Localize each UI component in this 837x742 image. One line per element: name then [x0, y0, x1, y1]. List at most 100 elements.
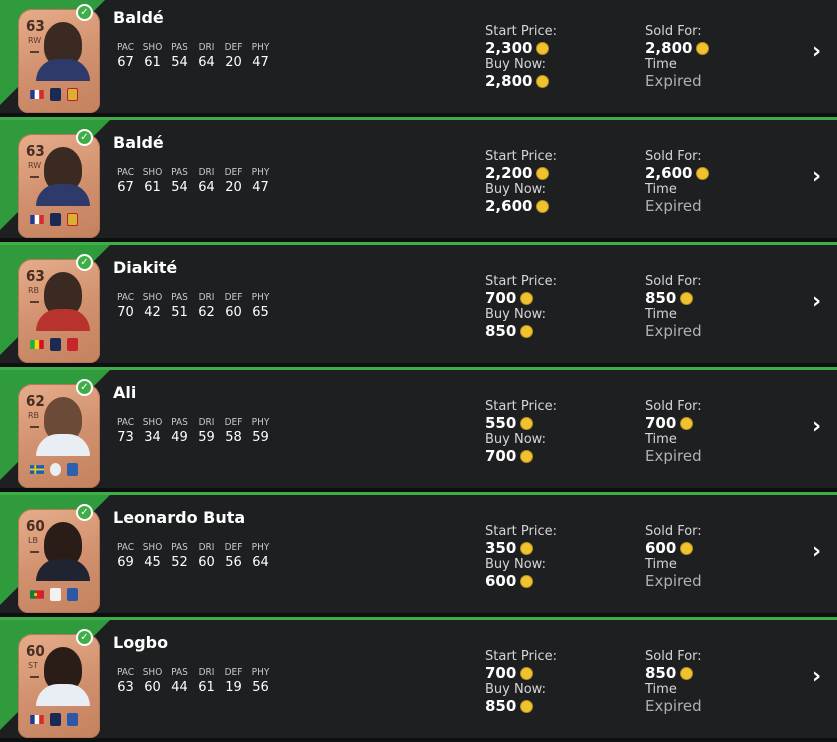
chemistry-icon — [30, 176, 39, 178]
chevron-right-icon[interactable]: › — [812, 664, 821, 689]
stat-label: DEF — [224, 667, 243, 678]
sold-for-amount: 850 — [645, 664, 677, 682]
stat-value: 60 — [225, 305, 242, 320]
stat-value: 47 — [252, 55, 269, 70]
coin-icon — [680, 541, 694, 555]
time-label: Time — [645, 557, 677, 572]
buy-now-value: 2,600 — [485, 197, 557, 215]
player-shirt — [36, 184, 90, 206]
france-flag-icon — [30, 715, 44, 724]
stat-label: SHO — [142, 542, 163, 553]
player-shirt — [36, 434, 90, 456]
stat-label: PAS — [171, 667, 188, 678]
coin-icon — [520, 541, 534, 555]
sold-for-label: Sold For: — [645, 524, 702, 539]
sold-for-value: 850 — [645, 664, 702, 682]
check-icon: ✓ — [76, 129, 93, 146]
stat-value: 44 — [171, 680, 188, 695]
player-card[interactable]: 60 ST — [18, 634, 100, 738]
stat-value: 63 — [117, 680, 134, 695]
stat-value: 54 — [171, 55, 188, 70]
start-price-value: 2,200 — [485, 164, 557, 182]
player-position: LB — [28, 536, 38, 545]
start-price-label: Start Price: — [485, 149, 557, 164]
list-item[interactable]: 63 RW ✓ Baldé PAC 67 SHO 61 PAS 54 DRI 64 DE… — [0, 117, 837, 238]
buy-now-amount: 600 — [485, 572, 517, 590]
league-icon — [50, 338, 61, 351]
stat-label: PHY — [251, 667, 270, 678]
coin-icon — [680, 416, 694, 430]
player-shirt — [36, 309, 90, 331]
sold-for-label: Sold For: — [645, 649, 702, 664]
sold-for-amount: 850 — [645, 289, 677, 307]
check-icon: ✓ — [76, 254, 93, 271]
stat-label: DEF — [224, 542, 243, 553]
buy-now-value: 850 — [485, 322, 557, 340]
coin-icon — [696, 166, 710, 180]
player-rating: 63 — [26, 17, 45, 35]
player-name: Logbo — [113, 633, 169, 652]
player-position: RW — [28, 161, 42, 170]
stat-value: 51 — [171, 305, 188, 320]
coin-icon — [680, 666, 694, 680]
stat-value: 61 — [198, 680, 215, 695]
player-card[interactable]: 62 RB — [18, 384, 100, 488]
stat-label: PAS — [171, 167, 188, 178]
stat-label: SHO — [142, 42, 163, 53]
stat-value: 59 — [198, 430, 215, 445]
stat-value: 56 — [225, 555, 242, 570]
chevron-right-icon[interactable]: › — [812, 164, 821, 189]
stat-label: PHY — [251, 542, 270, 553]
stat-label: SHO — [142, 667, 163, 678]
time-value: Expired — [645, 197, 702, 215]
player-card[interactable]: 63 RB — [18, 259, 100, 363]
stat-value: 73 — [117, 430, 134, 445]
time-label: Time — [645, 682, 677, 697]
stat-label: DRI — [198, 42, 215, 53]
stat-value: 69 — [117, 555, 134, 570]
player-card[interactable]: 60 LB — [18, 509, 100, 613]
stat-value: 61 — [144, 180, 161, 195]
chemistry-icon — [30, 51, 39, 53]
chevron-right-icon[interactable]: › — [812, 39, 821, 64]
chemistry-icon — [30, 426, 39, 428]
sold-for-amount: 2,600 — [645, 164, 693, 182]
player-card[interactable]: 63 RW — [18, 134, 100, 238]
coin-icon — [536, 41, 550, 55]
list-item[interactable]: 63 RB ✓ Diakité PAC 70 SHO 42 PAS 51 DRI 62 … — [0, 242, 837, 363]
chevron-right-icon[interactable]: › — [812, 539, 821, 564]
player-card[interactable]: 63 RW — [18, 9, 100, 113]
sold-for-value: 2,600 — [645, 164, 710, 182]
stat-label: PAS — [171, 292, 188, 303]
stat-label: DRI — [198, 667, 215, 678]
stat-label: DRI — [198, 292, 215, 303]
stat-value: 61 — [144, 55, 161, 70]
chevron-right-icon[interactable]: › — [812, 414, 821, 439]
buy-now-label: Buy Now: — [485, 307, 546, 322]
coin-icon — [520, 666, 534, 680]
buy-now-label: Buy Now: — [485, 682, 546, 697]
stat-label: PAC — [116, 417, 135, 428]
coin-icon — [520, 324, 534, 338]
card-badges — [30, 713, 78, 726]
buy-now-amount: 2,600 — [485, 197, 533, 215]
list-item[interactable]: 63 RW ✓ Baldé PAC 67 SHO 61 PAS 54 DRI 64 DE… — [0, 0, 837, 113]
sold-for-amount: 2,800 — [645, 39, 693, 57]
start-price-label: Start Price: — [485, 24, 557, 39]
stat-label: PHY — [251, 167, 270, 178]
stat-label: DEF — [224, 167, 243, 178]
list-item[interactable]: 60 ST ✓ Logbo PAC 63 SHO 60 PAS 44 DRI 61 DE… — [0, 617, 837, 738]
sold-for-value: 850 — [645, 289, 702, 307]
time-value: Expired — [645, 72, 702, 90]
coin-icon — [680, 291, 694, 305]
list-item[interactable]: 62 RB ✓ Ali PAC 73 SHO 34 PAS 49 DRI 59 DEF 5… — [0, 367, 837, 488]
time-label: Time — [645, 432, 677, 447]
start-price-value: 550 — [485, 414, 557, 432]
start-price-amount: 2,300 — [485, 39, 533, 57]
chevron-right-icon[interactable]: › — [812, 289, 821, 314]
stat-value: 59 — [252, 430, 269, 445]
buy-now-value: 850 — [485, 697, 557, 715]
coin-icon — [520, 416, 534, 430]
stat-value: 56 — [252, 680, 269, 695]
list-item[interactable]: 60 LB ✓ Leonardo Buta PAC 69 SHO 45 PAS 52 … — [0, 492, 837, 613]
